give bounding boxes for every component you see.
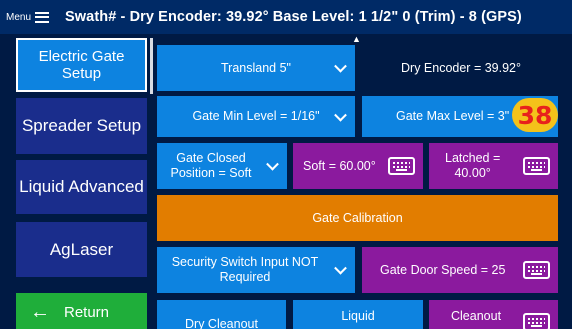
gate-calibration-label: Gate Calibration: [312, 210, 403, 225]
notification-badge: 38: [512, 98, 558, 132]
return-label: Return: [64, 303, 110, 321]
sidebar-item-label: Liquid Advanced: [19, 177, 144, 196]
dry-cleanout-label: Dry Cleanout: [185, 317, 258, 329]
cleanout-label: Cleanout: [451, 309, 502, 323]
keyboard-icon: [523, 261, 550, 279]
soft-label: Soft = 60.00°: [303, 158, 376, 173]
sidebar-item-label: Electric Gate Setup: [38, 48, 125, 82]
chevron-down-icon: [334, 261, 347, 275]
sidebar-item-aglaser[interactable]: AgLaser: [16, 222, 147, 277]
keyboard-icon: [523, 157, 550, 175]
keyboard-icon: [388, 157, 415, 175]
header-bar: Menu Swath# - Dry Encoder: 39.92° Base L…: [0, 0, 572, 34]
gate-closed-label: Gate Closed Position = Soft: [170, 151, 252, 180]
scrollbar[interactable]: [150, 38, 153, 94]
menu-label: Menu: [6, 11, 32, 23]
menu-button[interactable]: Menu: [6, 3, 50, 31]
liquid-button[interactable]: Liquid: [293, 300, 423, 329]
chevron-down-icon: [334, 59, 347, 73]
latched-label: Latched = 40.00°: [445, 151, 501, 180]
security-switch-dropdown[interactable]: Security Switch Input NOT Required: [157, 247, 355, 293]
app-root: Menu Swath# - Dry Encoder: 39.92° Base L…: [0, 0, 572, 329]
left-arrow-icon: ←: [30, 300, 50, 323]
liquid-label: Liquid: [341, 309, 375, 323]
soft-angle-field[interactable]: Soft = 60.00°: [293, 143, 423, 189]
sidebar-item-spreader-setup[interactable]: Spreader Setup: [16, 98, 147, 154]
gate-min-level-dropdown[interactable]: Gate Min Level = 1/16": [157, 96, 355, 137]
gate-door-speed-label: Gate Door Speed = 25: [380, 262, 506, 277]
security-switch-label: Security Switch Input NOT Required: [171, 255, 319, 284]
sidebar-item-electric-gate-setup[interactable]: Electric Gate Setup: [16, 38, 147, 92]
status-title: Swath# - Dry Encoder: 39.92° Base Level:…: [65, 9, 522, 25]
sidebar-item-liquid-advanced[interactable]: Liquid Advanced: [16, 160, 147, 214]
gate-closed-position-dropdown[interactable]: Gate Closed Position = Soft: [157, 143, 287, 189]
keyboard-icon: [523, 313, 550, 329]
return-button[interactable]: ← Return: [16, 293, 147, 329]
chevron-down-icon: [334, 108, 347, 122]
gate-calibration-button[interactable]: Gate Calibration: [157, 195, 558, 241]
chevron-down-icon: [266, 157, 279, 171]
gate-door-speed-field[interactable]: Gate Door Speed = 25: [362, 247, 558, 293]
sidebar-item-label: AgLaser: [49, 239, 114, 259]
gate-max-label: Gate Max Level = 3": [396, 109, 510, 123]
hamburger-menu-icon: [35, 11, 50, 23]
latched-angle-field[interactable]: Latched = 40.00°: [429, 143, 558, 189]
dry-encoder-readout: Dry Encoder = 39.92°: [362, 45, 560, 91]
dry-cleanout-button[interactable]: Dry Cleanout: [157, 300, 286, 329]
scroll-up-arrow-icon[interactable]: ▲: [352, 34, 361, 44]
transland-label: Transland 5": [221, 60, 291, 75]
sidebar: Electric Gate Setup Spreader Setup Liqui…: [0, 34, 152, 329]
dry-encoder-label: Dry Encoder = 39.92°: [401, 60, 521, 75]
cleanout-field[interactable]: Cleanout: [429, 300, 558, 329]
transland-dropdown[interactable]: Transland 5": [157, 45, 355, 91]
sidebar-item-label: Spreader Setup: [21, 116, 142, 135]
gate-min-label: Gate Min Level = 1/16": [192, 109, 320, 123]
